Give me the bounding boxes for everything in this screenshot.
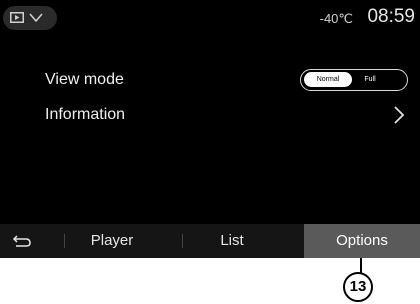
display-screen: -40℃ 08:59 View mode Normal Full Informa…	[0, 0, 420, 258]
view-mode-toggle[interactable]: Normal Full	[300, 69, 408, 91]
information-row[interactable]: Information	[0, 101, 420, 131]
tab-list[interactable]: List	[172, 224, 292, 258]
bottom-tab-bar: Player List Options	[0, 224, 420, 258]
tab-options[interactable]: Options	[304, 224, 420, 258]
information-label: Information	[45, 106, 126, 123]
back-arrow-icon	[12, 235, 31, 247]
callout-number-badge: 13	[343, 272, 373, 302]
view-mode-row: View mode Normal Full	[0, 66, 420, 96]
view-mode-label: View mode	[45, 71, 124, 88]
back-button[interactable]	[0, 224, 64, 258]
media-source-icon	[10, 12, 24, 23]
status-bar: -40℃ 08:59	[0, 0, 420, 36]
clock: 08:59	[367, 6, 415, 27]
outside-temperature: -40℃	[319, 11, 353, 26]
view-mode-full-option[interactable]: Full	[354, 72, 386, 87]
source-menu-button[interactable]	[3, 6, 57, 30]
chevron-down-icon	[29, 13, 43, 22]
tab-player[interactable]: Player	[64, 224, 160, 258]
chevron-right-icon	[394, 106, 405, 124]
view-mode-normal-option[interactable]: Normal	[304, 72, 352, 87]
